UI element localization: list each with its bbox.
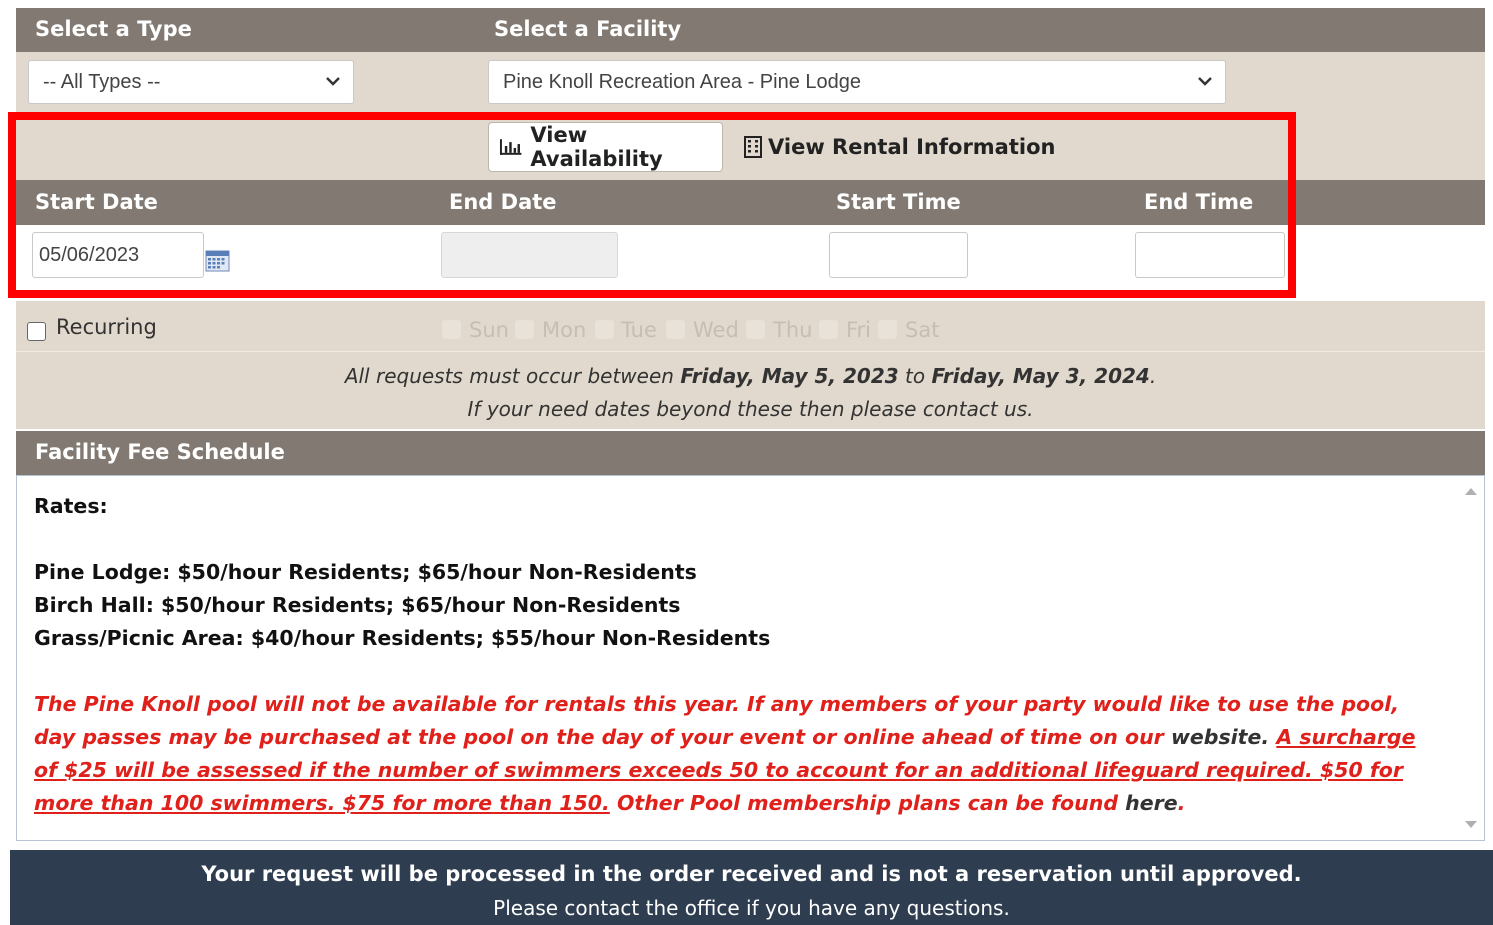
view-availability-label: View Availability [530, 123, 663, 171]
day-label-fri: Fri [846, 318, 872, 342]
calendar-icon[interactable] [205, 250, 230, 272]
building-icon [744, 136, 762, 158]
start-time-heading: Start Time [836, 190, 961, 214]
notice-end-date: Friday, May 3, 2024 [931, 364, 1150, 388]
website-link[interactable]: website [1171, 725, 1261, 749]
start-date-value: 05/06/2023 [39, 243, 140, 266]
pool-notice: The Pine Knoll pool will not be availabl… [34, 688, 1434, 820]
start-time-input[interactable] [829, 232, 968, 278]
fee-scrollbar[interactable] [1457, 476, 1484, 840]
top-strip [16, 0, 1485, 8]
recurring-checkbox[interactable] [27, 322, 46, 341]
type-select[interactable]: -- All Types -- [28, 60, 354, 104]
notice-line2-suffix: . [1027, 397, 1034, 421]
day-checkbox-tue [595, 320, 614, 339]
chevron-down-icon [326, 77, 340, 86]
end-date-heading: End Date [449, 190, 557, 214]
day-label-sat: Sat [905, 318, 940, 342]
rates-label: Rates: [34, 494, 108, 518]
recurring-row: Recurring Sun Mon Tue Wed Thu Fri Sat [16, 301, 1485, 351]
action-row: View Availability View Rental Informatio… [16, 112, 1485, 180]
rate-birch-hall: Birch Hall: $50/hour Residents; $65/hour… [34, 593, 681, 617]
fee-schedule-header: Facility Fee Schedule [16, 431, 1485, 475]
chevron-down-icon [1198, 77, 1212, 86]
view-rental-info-button[interactable]: View Rental Information [744, 122, 1055, 172]
day-label-mon: Mon [542, 318, 587, 342]
footer-line-2: Please contact the office if you have an… [493, 896, 1010, 920]
pool-text-2: . [1261, 725, 1277, 749]
day-checkbox-sun [442, 320, 461, 339]
notice-line-2: If your need dates beyond these then ple… [16, 397, 1485, 421]
day-checkbox-mon [515, 320, 534, 339]
notice-mid: to [898, 364, 932, 388]
fee-schedule-title: Facility Fee Schedule [35, 440, 285, 464]
day-checkbox-thu [746, 320, 765, 339]
contact-us-link[interactable]: contact us [923, 397, 1027, 421]
rate-pine-lodge: Pine Lodge: $50/hour Residents; $65/hour… [34, 560, 697, 584]
pool-text-4: . [1177, 791, 1186, 815]
type-select-value: -- All Types -- [43, 70, 161, 93]
pool-text-3: Other Pool membership plans can be found [609, 791, 1126, 815]
day-checkbox-sat [878, 320, 897, 339]
end-time-input[interactable] [1135, 232, 1285, 278]
rate-grass-picnic: Grass/Picnic Area: $40/hour Residents; $… [34, 626, 771, 650]
bar-chart-icon [499, 139, 522, 155]
day-checkbox-wed [666, 320, 685, 339]
fee-schedule-box[interactable]: Rates: Pine Lodge: $50/hour Residents; $… [16, 475, 1485, 841]
scroll-down-icon[interactable] [1465, 821, 1477, 828]
day-label-tue: Tue [621, 318, 657, 342]
notice-suffix: . [1149, 364, 1157, 388]
date-time-inputs: 05/06/2023 [16, 225, 1485, 301]
start-date-heading: Start Date [35, 190, 158, 214]
select-type-heading: Select a Type [35, 17, 192, 41]
start-date-input[interactable]: 05/06/2023 [32, 232, 204, 278]
recurring-label: Recurring [56, 315, 157, 339]
footer-line-1: Your request will be processed in the or… [201, 862, 1302, 886]
notice-line-1: All requests must occur between Friday, … [16, 364, 1485, 388]
end-time-heading: End Time [1144, 190, 1254, 214]
day-label-wed: Wed [693, 318, 739, 342]
view-availability-button[interactable]: View Availability [488, 122, 723, 172]
select-facility-heading: Select a Facility [494, 17, 682, 41]
notice-prefix: All requests must occur between [344, 364, 681, 388]
day-label-thu: Thu [773, 318, 813, 342]
view-rental-info-label: View Rental Information [768, 135, 1056, 159]
date-range-notice: All requests must occur between Friday, … [16, 351, 1485, 429]
facility-select-value: Pine Knoll Recreation Area - Pine Lodge [503, 70, 862, 93]
footer-banner: Your request will be processed in the or… [10, 850, 1493, 925]
day-label-sun: Sun [469, 318, 509, 342]
type-facility-selects: -- All Types -- Pine Knoll Recreation Ar… [16, 52, 1485, 112]
notice-line2-prefix: If your need dates beyond these then ple… [467, 397, 923, 421]
notice-start-date: Friday, May 5, 2023 [680, 364, 899, 388]
date-time-header: Start Date End Date Start Time End Time [16, 180, 1485, 225]
end-date-input [441, 232, 618, 278]
day-checkbox-fri [819, 320, 838, 339]
here-link[interactable]: here [1125, 791, 1178, 815]
fee-schedule-content: Rates: Pine Lodge: $50/hour Residents; $… [34, 490, 1434, 820]
facility-select[interactable]: Pine Knoll Recreation Area - Pine Lodge [488, 60, 1226, 104]
type-facility-header: Select a Type Select a Facility [16, 8, 1485, 52]
scroll-up-icon[interactable] [1465, 488, 1477, 495]
